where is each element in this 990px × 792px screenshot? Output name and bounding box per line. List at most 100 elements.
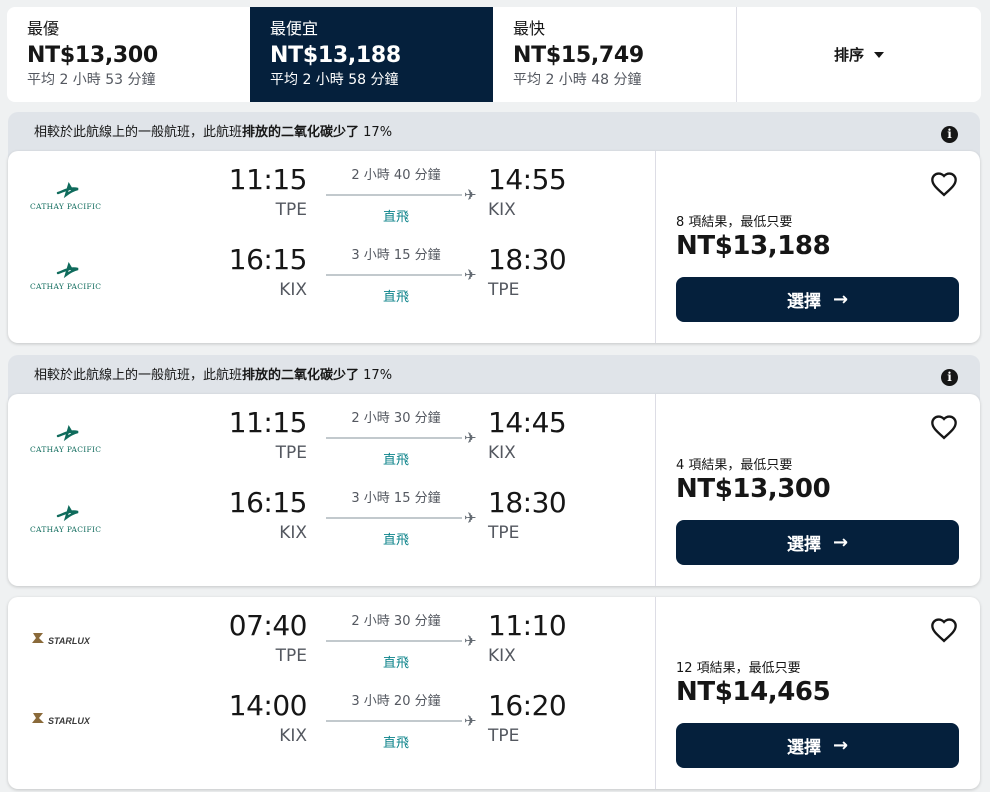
arrival-time: 11:10 [488,609,567,642]
arrival-time: 14:55 [488,163,567,196]
departure-time: 14:00 [228,689,308,722]
co2-text: 相較於此航線上的一般航班，此航班排放的二氧化碳少了 17% [34,125,393,140]
plane-icon: ✈ [464,266,477,284]
lowest-price: NT$13,188 [676,231,831,261]
price-panel: 4 項結果，最低只要 NT$13,300 選擇 → [656,394,980,586]
price-panel: 8 項結果，最低只要 NT$13,188 選擇 → [656,151,980,343]
route-line [326,194,462,196]
direct-label: 直飛 [382,656,409,671]
co2-text: 相較於此航線上的一般航班，此航班排放的二氧化碳少了 17% [34,368,393,383]
direct-label: 直飛 [382,736,409,751]
flight-duration-block: 2 小時 30 分鐘 ✈ 直飛 [326,410,477,468]
arrival-airport: KIX [488,646,516,666]
flight-leg-outbound: CATHAY PACIFIC 11:15 TPE 2 小時 40 分鐘 ✈ 直飛… [8,157,655,227]
heart-icon[interactable] [930,414,958,442]
sort-tab-label: 最便宜 [270,19,319,38]
sort-tab-best[interactable]: 最優 NT$13,300 平均 2 小時 53 分鐘 [7,7,250,102]
arrow-right-icon: → [832,532,849,553]
arrival: 18:30 TPE [488,486,567,544]
flight-duration: 2 小時 40 分鐘 [351,168,441,183]
flight-leg-outbound: CATHAY PACIFIC 11:15 TPE 2 小時 30 分鐘 ✈ 直飛… [8,400,655,470]
arrival: 14:55 KIX [488,163,567,221]
result-count: 12 項結果，最低只要 [676,661,801,676]
info-icon[interactable]: i [941,126,958,143]
departure-time: 11:15 [228,406,308,439]
departure-airport: KIX [279,726,307,746]
airline-logo-cathay: CATHAY PACIFIC [30,498,120,538]
route-line [326,274,462,276]
select-button[interactable]: 選擇 → [676,723,959,768]
airline-logo-cathay: CATHAY PACIFIC [30,175,120,215]
flight-duration-block: 3 小時 15 分鐘 ✈ 直飛 [326,490,477,548]
departure: 16:15 KIX [228,243,308,301]
info-icon[interactable]: i [941,369,958,386]
sort-tab-fastest[interactable]: 最快 NT$15,749 平均 2 小時 48 分鐘 [493,7,736,102]
airline-logo-starlux: STARLUX [30,621,120,661]
arrival-time: 18:30 [488,243,567,276]
flight-leg-return: STARLUX 14:00 KIX 3 小時 20 分鐘 ✈ 直飛 16:20 … [8,683,655,753]
flight-duration-block: 3 小時 15 分鐘 ✈ 直飛 [326,247,477,305]
sort-tab-label: 最優 [27,19,60,38]
lowest-price: NT$13,300 [676,474,831,504]
departure: 16:15 KIX [228,486,308,544]
departure: 14:00 KIX [228,689,308,747]
flight-card[interactable]: CATHAY PACIFIC 11:15 TPE 2 小時 40 分鐘 ✈ 直飛… [8,151,980,343]
price-panel: 12 項結果，最低只要 NT$14,465 選擇 → [656,597,980,789]
plane-icon: ✈ [464,429,477,447]
sort-dropdown[interactable]: 排序 [736,7,981,102]
result-count: 4 項結果，最低只要 [676,458,793,473]
arrival-airport: KIX [488,200,516,220]
departure-time: 16:15 [228,486,308,519]
sort-tab-price: NT$13,300 [27,43,158,68]
heart-icon[interactable] [930,617,958,645]
sort-tab-price: NT$15,749 [513,43,644,68]
route-line [326,640,462,642]
arrival-time: 14:45 [488,406,567,439]
sort-tab-avg: 平均 2 小時 53 分鐘 [27,72,156,88]
sort-tab-label: 最快 [513,19,546,38]
result-count: 8 項結果，最低只要 [676,215,793,230]
departure: 07:40 TPE [228,609,308,667]
arrival-time: 16:20 [488,689,567,722]
flight-leg-outbound: STARLUX 07:40 TPE 2 小時 30 分鐘 ✈ 直飛 11:10 … [8,603,655,673]
flight-duration-block: 2 小時 30 分鐘 ✈ 直飛 [326,613,477,671]
arrival: 16:20 TPE [488,689,567,747]
heart-icon[interactable] [930,171,958,199]
sort-tab-cheapest[interactable]: 最便宜 NT$13,188 平均 2 小時 58 分鐘 [250,7,493,102]
departure-airport: TPE [275,200,307,220]
select-label: 選擇 [786,292,821,312]
departure-airport: KIX [279,280,307,300]
sort-tab-avg: 平均 2 小時 58 分鐘 [270,72,399,88]
direct-label: 直飛 [382,290,409,305]
departure-time: 16:15 [228,243,308,276]
flight-leg-return: CATHAY PACIFIC 16:15 KIX 3 小時 15 分鐘 ✈ 直飛… [8,480,655,550]
route-line [326,517,462,519]
arrival-airport: TPE [488,726,520,746]
flight-card[interactable]: CATHAY PACIFIC 11:15 TPE 2 小時 30 分鐘 ✈ 直飛… [8,394,980,586]
direct-label: 直飛 [382,210,409,225]
select-button[interactable]: 選擇 → [676,520,959,565]
departure-time: 07:40 [228,609,308,642]
sort-tab-price: NT$13,188 [270,43,401,68]
departure: 11:15 TPE [228,163,308,221]
select-label: 選擇 [786,535,821,555]
flight-leg-return: CATHAY PACIFIC 16:15 KIX 3 小時 15 分鐘 ✈ 直飛… [8,237,655,307]
departure-time: 11:15 [228,163,308,196]
departure-airport: TPE [275,646,307,666]
arrow-right-icon: → [832,289,849,310]
arrival-airport: KIX [488,443,516,463]
airline-logo-cathay: CATHAY PACIFIC [30,418,120,458]
flight-duration: 3 小時 20 分鐘 [351,694,441,709]
flight-duration: 2 小時 30 分鐘 [351,411,441,426]
select-button[interactable]: 選擇 → [676,277,959,322]
flight-duration: 2 小時 30 分鐘 [351,614,441,629]
flight-card[interactable]: STARLUX 07:40 TPE 2 小時 30 分鐘 ✈ 直飛 11:10 … [8,597,980,789]
route-line [326,437,462,439]
departure-airport: TPE [275,443,307,463]
arrival-airport: TPE [488,523,520,543]
flight-duration-block: 3 小時 20 分鐘 ✈ 直飛 [326,693,477,751]
arrow-right-icon: → [832,735,849,756]
flight-duration-block: 2 小時 40 分鐘 ✈ 直飛 [326,167,477,225]
departure-airport: KIX [279,523,307,543]
sort-tabs: 最優 NT$13,300 平均 2 小時 53 分鐘 最便宜 NT$13,188… [7,7,981,102]
